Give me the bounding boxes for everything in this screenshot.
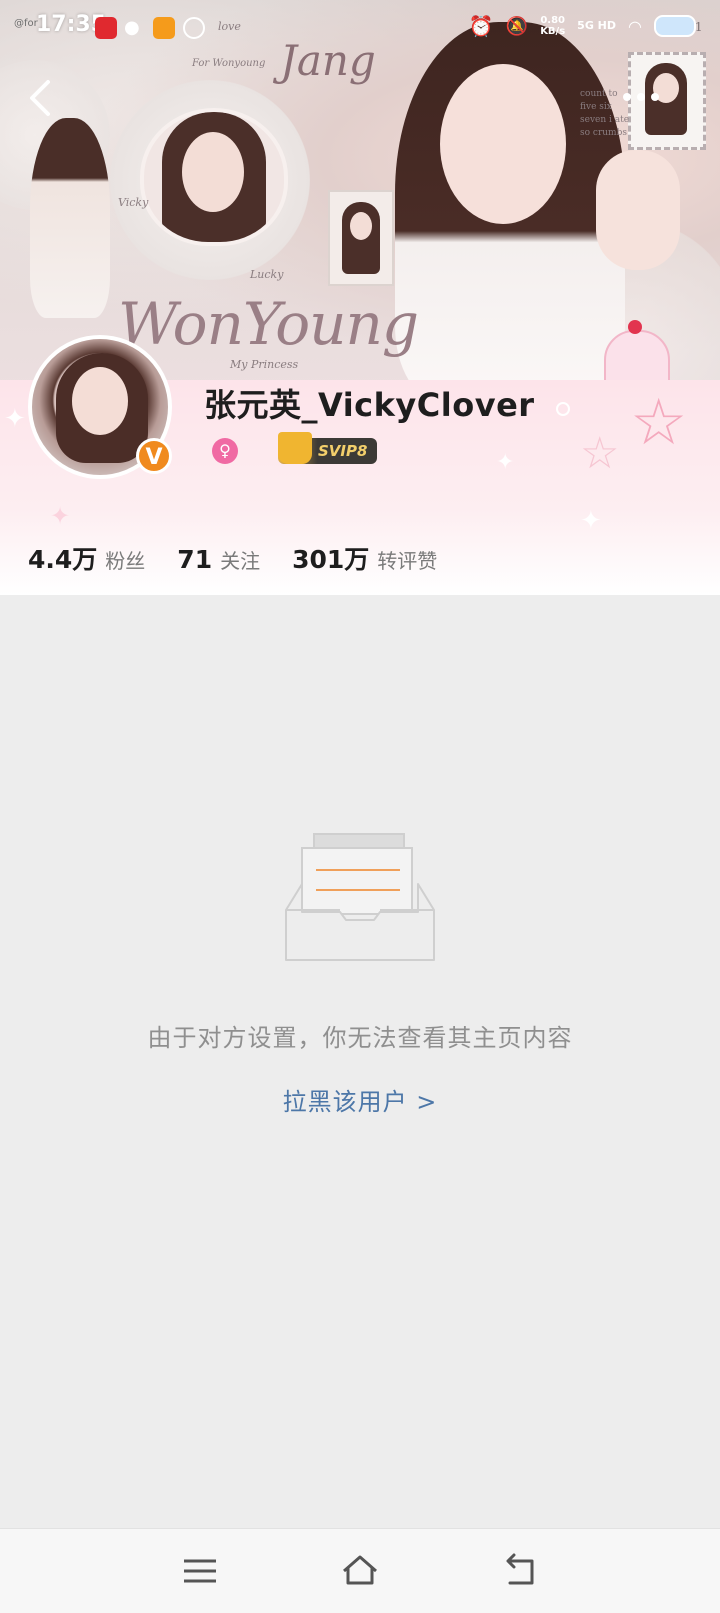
mute-icon: 🔕 — [505, 15, 529, 37]
banner-tag-photo — [328, 190, 394, 286]
stat-interactions[interactable]: 301万 转评赞 — [292, 540, 437, 576]
sparkle-icon: ✦ — [580, 506, 602, 536]
wechat-icon: ● — [124, 17, 140, 38]
sparkle-icon: ✦ — [496, 450, 515, 475]
banner-subtitle: My Princess — [230, 358, 299, 371]
alarm-icon: ⏰ — [468, 14, 494, 38]
stat-value: 301万 — [292, 545, 370, 574]
username: 张元英_VickyClover — [204, 386, 535, 424]
dot-icon — [651, 93, 659, 101]
wifi-icon: ◠ — [628, 16, 642, 36]
stat-value: 4.4万 — [28, 545, 98, 574]
notification-app-icon — [95, 17, 117, 39]
svip-badge[interactable]: SVIP8 — [278, 432, 378, 464]
circle-decoration-icon — [556, 402, 570, 416]
chevron-left-icon — [30, 80, 50, 116]
battery-icon — [654, 15, 696, 37]
cherry-icon — [628, 320, 642, 334]
block-user-link[interactable]: 拉黑该用户 > — [0, 1082, 720, 1117]
star-decoration-icon: ☆ — [630, 386, 688, 460]
stat-label: 关注 — [220, 549, 261, 573]
banner-figure-left — [30, 118, 110, 318]
system-nav-bar — [0, 1528, 720, 1613]
avatar-face — [72, 367, 128, 435]
browser-icon — [183, 17, 205, 39]
profile-stats: 4.4万 粉丝 71 关注 301万 转评赞 — [28, 540, 437, 576]
banner-title: WonYoung — [118, 290, 419, 358]
sparkle-icon: ✦ — [50, 502, 71, 530]
banner-for-wonyoung: For Wonyoung — [192, 58, 266, 69]
net-speed: 0.80 KB/s — [540, 15, 566, 37]
banner-lucky-text: Lucky — [250, 268, 284, 281]
more-options-button[interactable] — [620, 86, 668, 110]
home-button[interactable] — [338, 1551, 382, 1591]
stat-followers[interactable]: 4.4万 粉丝 — [28, 540, 145, 576]
svip-label: SVIP8 — [318, 442, 368, 460]
star-decoration-icon: ☆ — [580, 428, 620, 479]
crown-icon — [278, 432, 312, 464]
dot-icon — [637, 93, 645, 101]
network-indicator: 5G HD — [577, 19, 617, 32]
banner-face-right — [440, 64, 566, 224]
female-icon: ♀ — [212, 438, 238, 464]
menu-icon — [184, 1559, 216, 1583]
back-icon — [506, 1553, 534, 1585]
banner-vicky-text: Vicky — [118, 196, 149, 209]
empty-state-message: 由于对方设置，你无法查看其主页内容 — [147, 1024, 573, 1052]
status-bar: 17:35 ● ⏰ 🔕 0.80 KB/s 5G HD ◠ — [0, 0, 720, 52]
status-right: ⏰ 🔕 0.80 KB/s 5G HD ◠ — [469, 14, 696, 38]
sparkle-icon: ✦ — [4, 404, 26, 434]
menu-button[interactable] — [178, 1551, 222, 1591]
stat-value: 71 — [177, 545, 213, 574]
dot-icon — [623, 93, 631, 101]
verified-badge-icon: V — [136, 438, 172, 474]
stat-label: 转评赞 — [377, 549, 438, 573]
home-icon — [343, 1555, 377, 1585]
stat-label: 粉丝 — [105, 549, 146, 573]
stat-following[interactable]: 71 关注 — [177, 545, 260, 574]
weibo-icon — [153, 17, 175, 39]
back-nav-button[interactable] — [498, 1551, 542, 1591]
banner-heart-photo — [140, 108, 288, 246]
empty-inbox-icon — [285, 833, 435, 961]
back-button[interactable] — [22, 76, 62, 120]
banner-hand-right — [596, 150, 680, 270]
